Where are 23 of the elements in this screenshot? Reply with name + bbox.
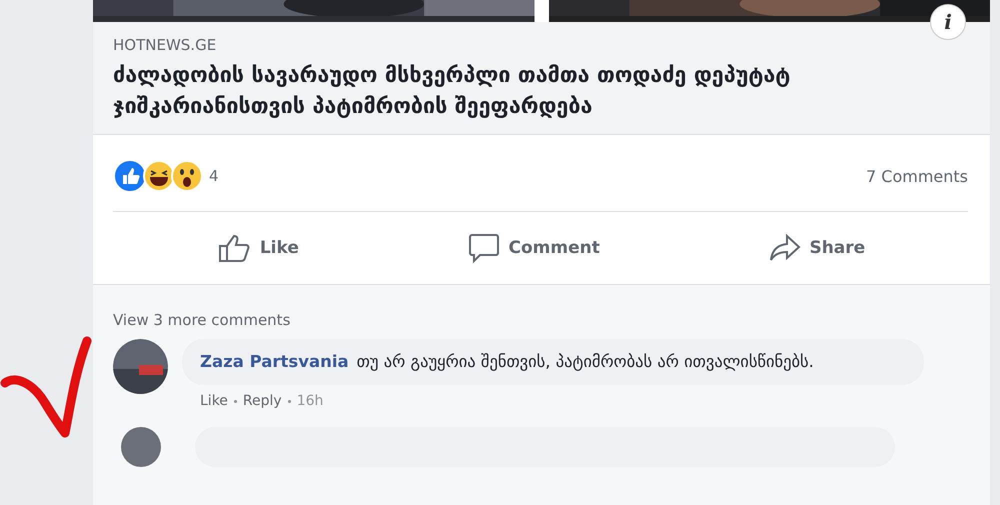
share-arrow-icon [769,234,802,262]
surprised-emoji-icon [171,160,203,192]
separator-dot [288,400,291,402]
comment-author[interactable]: Zaza Partsvania [200,352,349,371]
thumbs-up-icon [218,233,252,263]
comments-count[interactable]: 7 Comments [866,166,968,186]
view-more-comments-link[interactable]: View 3 more comments [113,311,290,329]
avatar[interactable] [121,427,161,467]
separator-dot [234,400,237,402]
comment-button[interactable]: Comment [462,229,606,267]
thumbs-up-icon [113,159,147,193]
laughing-emoji-icon [143,160,175,192]
like-button[interactable]: Like [212,229,305,267]
link-source: HOTNEWS.GE [113,36,218,54]
share-button[interactable]: Share [763,230,872,266]
link-headline[interactable]: ძალადობის სავარაუდო მსხვერპლი თამთა თოდაძე დეპუტატ ჯიშკარიანისთვის პატიმრობის შეეფარდება [113,60,972,122]
avatar[interactable] [113,339,168,394]
comment-text: თუ არ გაუყრია შენთვის, პატიმრობას არ ითვალისწინებს. [356,352,814,371]
speech-bubble-icon [468,233,500,263]
comment-action-link[interactable]: Reply [242,393,282,409]
reaction-count[interactable]: 4 [209,167,219,185]
comment-time: 16h [296,393,324,409]
comment-action-link[interactable]: Like [200,393,228,409]
